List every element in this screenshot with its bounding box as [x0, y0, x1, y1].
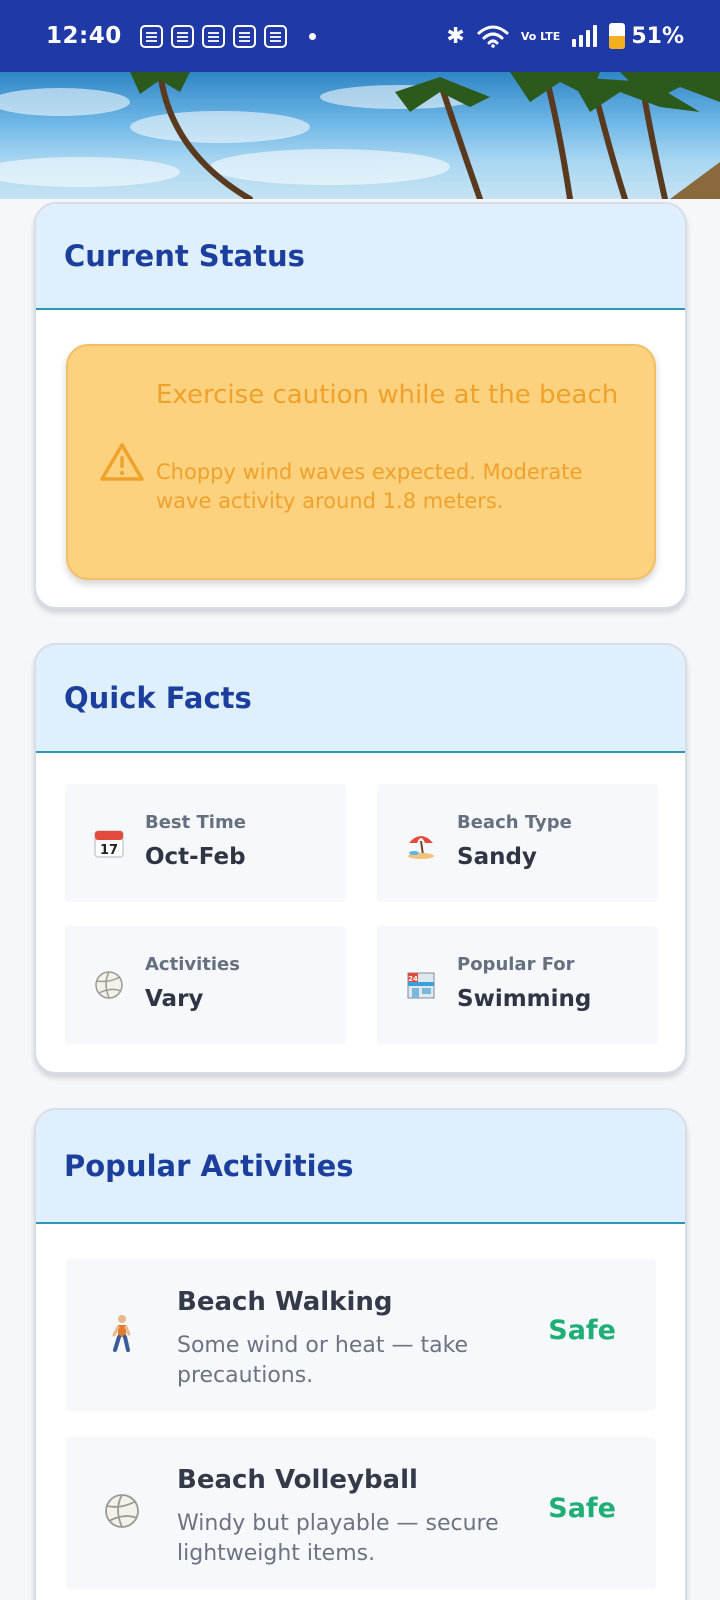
popular-activities-card: Popular Activities Beach Walking Some wi… — [34, 1108, 687, 1600]
volleyball-icon — [105, 1494, 139, 1528]
activity-description: Some wind or heat — take precautions. — [177, 1333, 469, 1388]
calendar-icon: 17 — [94, 830, 124, 858]
app-notification-icon — [263, 24, 287, 48]
quick-facts-card: Quick Facts 17 Best Time Oct-Feb Beach T… — [34, 643, 687, 1074]
current-status-title: Current Status — [64, 239, 305, 273]
fact-value: Vary — [145, 986, 204, 1012]
status-bar: 12:40 ✱ Vo LTE 51% — [0, 0, 720, 72]
store-icon: 24 — [407, 972, 435, 999]
warning-triangle-icon — [100, 443, 144, 481]
activity-name: Beach Walking — [177, 1287, 393, 1317]
volte-icon: Vo LTE — [520, 29, 561, 43]
current-status-card: Current Status Exercise caution while at… — [34, 202, 687, 609]
walking-person-icon — [112, 1315, 131, 1352]
activity-item-beach-walking[interactable]: Beach Walking Some wind or heat — take p… — [66, 1259, 656, 1411]
fact-label: Beach Type — [457, 812, 572, 833]
svg-text:24: 24 — [408, 975, 418, 983]
volleyball-icon — [95, 971, 123, 999]
app-notification-icon — [201, 24, 225, 48]
svg-text:17: 17 — [100, 843, 118, 858]
fact-value: Sandy — [457, 844, 537, 870]
alert-message: Choppy wind waves expected. Moderate wav… — [156, 460, 583, 513]
activity-safety-status: Safe — [548, 1493, 616, 1524]
quick-facts-header: Quick Facts — [36, 645, 685, 753]
fact-value: Oct-Feb — [145, 844, 246, 870]
alert-title: Exercise caution while at the beach — [156, 380, 619, 410]
more-notifications-dot — [308, 32, 316, 40]
app-notification-icon — [232, 24, 256, 48]
activity-name: Beach Volleyball — [177, 1465, 418, 1495]
fact-label: Best Time — [145, 812, 246, 833]
current-status-header: Current Status — [36, 204, 685, 310]
activity-description: Windy but playable — secure lightweight … — [177, 1511, 499, 1566]
popular-activities-header: Popular Activities — [36, 1110, 685, 1224]
quick-facts-title: Quick Facts — [64, 681, 252, 715]
app-notification-icon — [139, 24, 163, 48]
clock: 12:40 — [46, 23, 122, 49]
fact-beach-type: Beach Type Sandy — [377, 784, 658, 902]
caution-alert: Exercise caution while at the beach Chop… — [66, 344, 656, 580]
activity-safety-status: Safe — [548, 1315, 616, 1346]
fact-value: Swimming — [457, 986, 592, 1012]
battery-percentage: 51% — [631, 23, 684, 49]
beach-palm-trees-image — [0, 72, 720, 199]
beach-umbrella-icon — [408, 836, 434, 859]
notification-icons — [139, 24, 316, 48]
fact-activities: Activities Vary — [65, 926, 346, 1044]
activity-item-beach-volleyball[interactable]: Beach Volleyball Windy but playable — se… — [66, 1437, 656, 1589]
fact-best-time: 17 Best Time Oct-Feb — [65, 784, 346, 902]
app-notification-icon — [170, 24, 194, 48]
fact-label: Activities — [145, 954, 240, 975]
fact-label: Popular For — [457, 954, 575, 975]
bluetooth-icon: ✱ — [446, 23, 465, 49]
fact-popular-for: 24 Popular For Swimming — [377, 926, 658, 1044]
signal-strength-icon — [572, 25, 598, 47]
popular-activities-title: Popular Activities — [64, 1149, 354, 1183]
battery-icon — [609, 23, 626, 49]
wifi-icon — [477, 25, 509, 48]
beach-hero-image — [0, 72, 720, 199]
